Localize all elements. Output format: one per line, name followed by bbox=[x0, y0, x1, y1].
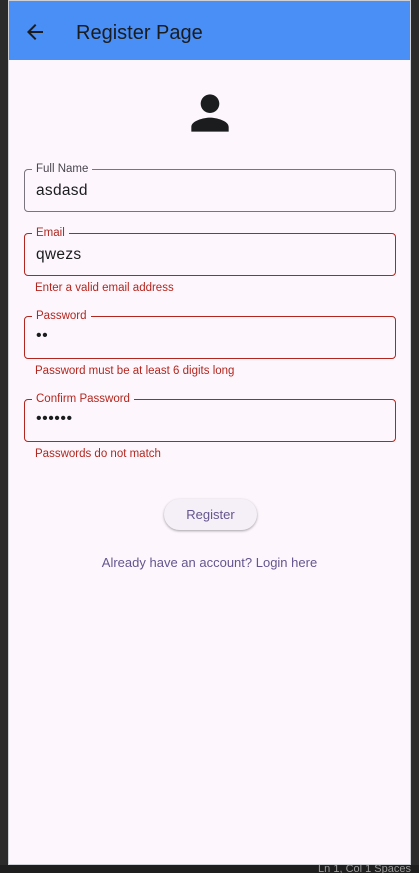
full-name-field[interactable]: Full Name asdasd bbox=[24, 161, 396, 212]
page-title: Register Page bbox=[76, 22, 203, 44]
password-field[interactable]: Password •• bbox=[24, 308, 396, 359]
login-link[interactable]: Already have an account? Login here bbox=[9, 555, 410, 570]
person-icon bbox=[182, 85, 238, 141]
confirm-password-value: •••••• bbox=[36, 410, 73, 427]
register-button[interactable]: Register bbox=[164, 499, 257, 530]
app-window: Register Page Full Name asdasd Email qwe… bbox=[8, 0, 411, 865]
email-error-text: Enter a valid email address bbox=[35, 282, 174, 294]
email-label: Email bbox=[32, 225, 69, 241]
app-bar: Register Page bbox=[9, 1, 410, 60]
email-value: qwezs bbox=[36, 246, 82, 263]
password-label: Password bbox=[32, 308, 91, 324]
password-value: •• bbox=[36, 327, 49, 344]
password-error-text: Password must be at least 6 digits long bbox=[35, 365, 235, 377]
confirm-password-error-text: Passwords do not match bbox=[35, 448, 161, 460]
editor-status-text: Ln 1, Col 1 Spaces bbox=[318, 865, 411, 873]
full-name-label: Full Name bbox=[32, 161, 93, 177]
confirm-password-label: Confirm Password bbox=[32, 391, 134, 407]
arrow-back-icon[interactable] bbox=[23, 20, 47, 44]
confirm-password-field[interactable]: Confirm Password •••••• bbox=[24, 391, 396, 442]
full-name-value: asdasd bbox=[36, 182, 88, 199]
email-field[interactable]: Email qwezs bbox=[24, 225, 396, 276]
